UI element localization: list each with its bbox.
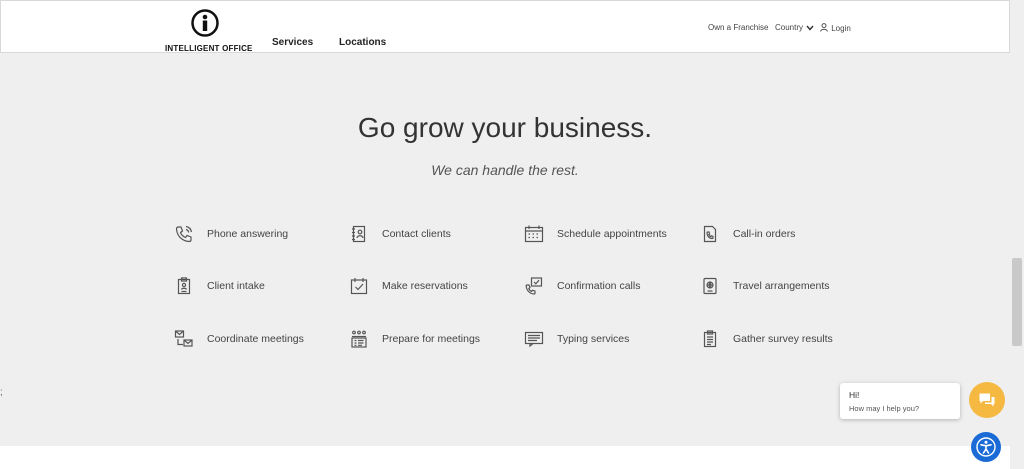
service-label: Client intake bbox=[207, 280, 265, 292]
site-header: INTELLIGENT OFFICE Services Locations Ow… bbox=[0, 0, 1010, 53]
service-label: Confirmation calls bbox=[557, 280, 641, 292]
passport-icon bbox=[700, 276, 720, 296]
brand-logo[interactable]: INTELLIGENT OFFICE bbox=[165, 9, 253, 53]
footer-band bbox=[0, 446, 1010, 469]
logo-text: INTELLIGENT OFFICE bbox=[165, 44, 253, 53]
phone-document-icon bbox=[700, 224, 720, 244]
hero-subtitle: We can handle the rest. bbox=[431, 162, 579, 178]
agenda-icon bbox=[349, 329, 369, 349]
scrollbar-track[interactable] bbox=[1010, 0, 1024, 469]
service-label: Prepare for meetings bbox=[382, 333, 481, 345]
service-item: Confirmation calls bbox=[524, 276, 640, 296]
country-dropdown[interactable]: Country bbox=[775, 23, 814, 32]
service-label: Gather survey results bbox=[733, 333, 833, 345]
service-label: Schedule appointments bbox=[557, 228, 667, 240]
service-item: Make reservations bbox=[349, 276, 468, 296]
accessibility-icon bbox=[976, 437, 996, 457]
service-item: Travel arrangements bbox=[700, 276, 829, 296]
meeting-invite-icon bbox=[174, 329, 194, 349]
service-label: Contact clients bbox=[382, 228, 451, 240]
chat-icon bbox=[979, 393, 995, 407]
service-item: Contact clients bbox=[349, 224, 451, 244]
clipboard-badge-icon bbox=[174, 276, 194, 296]
service-item: Prepare for meetings bbox=[349, 329, 480, 349]
phone-check-icon bbox=[524, 276, 544, 296]
clipboard-list-icon bbox=[700, 329, 720, 349]
service-item: Call-in orders bbox=[700, 224, 795, 244]
service-label: Coordinate meetings bbox=[207, 333, 304, 345]
user-icon bbox=[820, 23, 828, 32]
chat-launcher-button[interactable] bbox=[969, 382, 1005, 418]
hero-title: Go grow your business. bbox=[357, 112, 653, 143]
chat-greeting: Hi! bbox=[849, 390, 860, 400]
logo-info-icon bbox=[191, 9, 219, 37]
address-book-icon bbox=[349, 224, 369, 244]
nav-services[interactable]: Services bbox=[272, 37, 313, 48]
login-link[interactable]: Login bbox=[820, 23, 851, 33]
calendar-check-icon bbox=[349, 276, 369, 296]
keyboard-icon bbox=[524, 329, 544, 349]
service-item: Typing services bbox=[524, 329, 629, 349]
country-label: Country bbox=[775, 23, 804, 32]
service-item: Phone answering bbox=[174, 224, 288, 244]
service-label: Travel arrangements bbox=[733, 280, 830, 292]
service-item: Coordinate meetings bbox=[174, 329, 304, 349]
own-franchise-link[interactable]: Own a Franchise bbox=[708, 23, 768, 32]
stray-semicolon: ; bbox=[0, 387, 3, 398]
calendar-icon bbox=[524, 224, 544, 244]
phone-icon bbox=[174, 224, 194, 244]
login-label: Login bbox=[831, 24, 851, 33]
service-label: Typing services bbox=[557, 333, 630, 345]
service-item: Client intake bbox=[174, 276, 265, 296]
chat-prompt: How may I help you? bbox=[849, 404, 920, 413]
nav-locations[interactable]: Locations bbox=[339, 37, 386, 48]
chat-greeting-bubble[interactable]: Hi! How may I help you? bbox=[840, 383, 960, 419]
accessibility-button[interactable] bbox=[971, 432, 1001, 462]
service-label: Make reservations bbox=[382, 280, 468, 292]
scrollbar-thumb[interactable] bbox=[1012, 258, 1022, 346]
service-label: Phone answering bbox=[207, 228, 289, 240]
chevron-down-icon bbox=[806, 25, 814, 31]
service-label: Call-in orders bbox=[733, 228, 796, 240]
service-item: Gather survey results bbox=[700, 329, 833, 349]
service-item: Schedule appointments bbox=[524, 224, 667, 244]
